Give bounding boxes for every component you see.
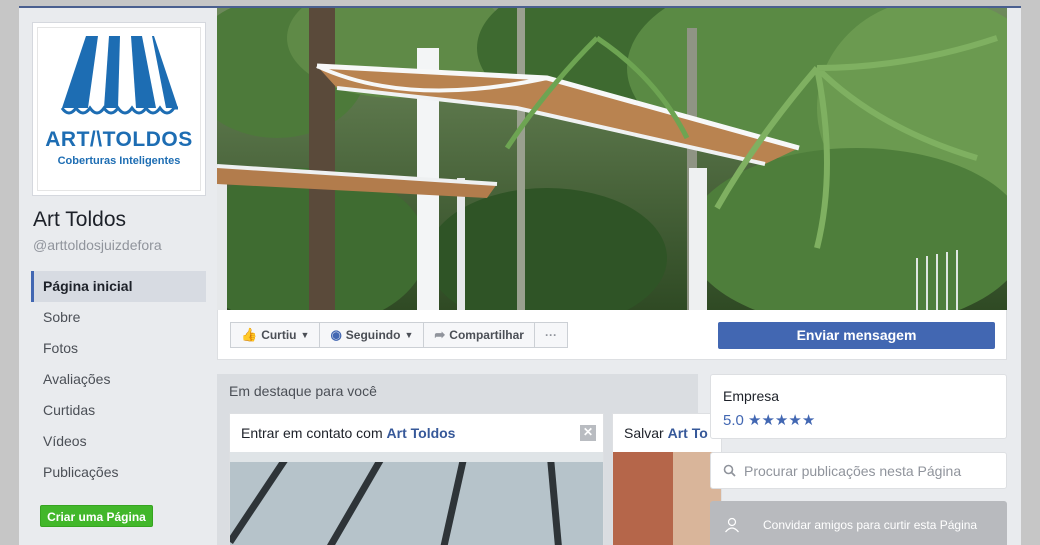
like-label: Curtiu: [261, 328, 297, 342]
page-title[interactable]: Art Toldos: [33, 208, 126, 232]
card-prefix: Salvar: [624, 425, 664, 441]
search-icon: [723, 464, 736, 477]
nav-item-posts[interactable]: Publicações: [31, 457, 206, 488]
user-icon: [725, 517, 739, 533]
post-search-box[interactable]: Procurar publicações nesta Página: [710, 452, 1007, 489]
profile-picture[interactable]: ART/\TOLDOS Coberturas Inteligentes: [32, 22, 206, 196]
logo-text: ART/\TOLDOS: [45, 128, 193, 151]
action-bar: 👍 Curtiu ▼ ◉ Seguindo ▼ ➦ Compartilhar ·…: [217, 310, 1007, 360]
chevron-down-icon: ▼: [300, 330, 310, 340]
thumbs-up-icon: 👍: [241, 327, 258, 342]
nav-item-reviews[interactable]: Avaliações: [31, 364, 206, 395]
like-button[interactable]: 👍 Curtiu ▼: [230, 322, 321, 348]
action-buttons: 👍 Curtiu ▼ ◉ Seguindo ▼ ➦ Compartilhar ·…: [230, 322, 568, 348]
share-arrow-icon: ➦: [434, 327, 446, 342]
invite-friends-box[interactable]: Convidar amigos para curtir esta Página: [710, 501, 1007, 545]
awning-logo-icon: [60, 36, 178, 115]
search-input[interactable]: Procurar publicações nesta Página: [744, 463, 961, 479]
card-prefix: Entrar em contato com: [241, 425, 383, 441]
featured-section: Em destaque para você Entrar em contato …: [217, 374, 722, 545]
featured-card-contact[interactable]: Entrar em contato com Art Toldos ✕: [229, 413, 604, 545]
page-frame: ART/\TOLDOS Coberturas Inteligentes Art …: [19, 6, 1021, 545]
rss-icon: ◉: [330, 327, 342, 342]
nav-item-about[interactable]: Sobre: [31, 302, 206, 333]
card-image: [613, 452, 721, 545]
nav-item-videos[interactable]: Vídeos: [31, 426, 206, 457]
share-label: Compartilhar: [449, 328, 524, 342]
card-header: Salvar Art To: [613, 414, 721, 452]
card-page-link[interactable]: Art Toldos: [387, 425, 456, 441]
cover-photo[interactable]: [217, 8, 1007, 310]
page-rating[interactable]: 5.0 ★★★★★: [723, 411, 815, 429]
rating-value: 5.0: [723, 412, 744, 429]
logo: ART/\TOLDOS Coberturas Inteligentes: [37, 27, 201, 191]
nav-item-likes[interactable]: Curtidas: [31, 395, 206, 426]
card-image: [230, 450, 603, 545]
featured-card-save[interactable]: Salvar Art To: [612, 413, 722, 545]
close-icon[interactable]: ✕: [580, 425, 596, 441]
following-label: Seguindo: [345, 328, 401, 342]
page-handle[interactable]: @arttoldosjuizdefora: [33, 237, 162, 253]
nav-item-home[interactable]: Página inicial: [31, 271, 206, 302]
page-nav: Página inicial Sobre Fotos Avaliações Cu…: [31, 271, 206, 488]
send-message-button[interactable]: Enviar mensagem: [718, 322, 995, 349]
chevron-down-icon: ▼: [404, 330, 414, 340]
star-rating-icon: ★★★★★: [748, 412, 816, 429]
cover-image: [217, 8, 1007, 310]
share-button[interactable]: ➦ Compartilhar: [423, 322, 535, 348]
invite-friends-label[interactable]: Convidar amigos para curtir esta Página: [763, 518, 977, 532]
page-category[interactable]: Empresa: [723, 388, 779, 404]
create-page-button[interactable]: Criar uma Página: [40, 505, 153, 527]
card-page-link[interactable]: Art To: [668, 425, 708, 441]
nav-item-photos[interactable]: Fotos: [31, 333, 206, 364]
more-icon: ···: [544, 328, 557, 342]
page-info-box: Empresa 5.0 ★★★★★: [710, 374, 1007, 439]
card-header: Entrar em contato com Art Toldos ✕: [230, 414, 603, 452]
more-button[interactable]: ···: [533, 322, 568, 348]
left-column: ART/\TOLDOS Coberturas Inteligentes Art …: [19, 8, 215, 545]
logo-subtitle: Coberturas Inteligentes: [57, 155, 181, 167]
featured-title: Em destaque para você: [229, 383, 377, 399]
following-button[interactable]: ◉ Seguindo ▼: [319, 322, 425, 348]
